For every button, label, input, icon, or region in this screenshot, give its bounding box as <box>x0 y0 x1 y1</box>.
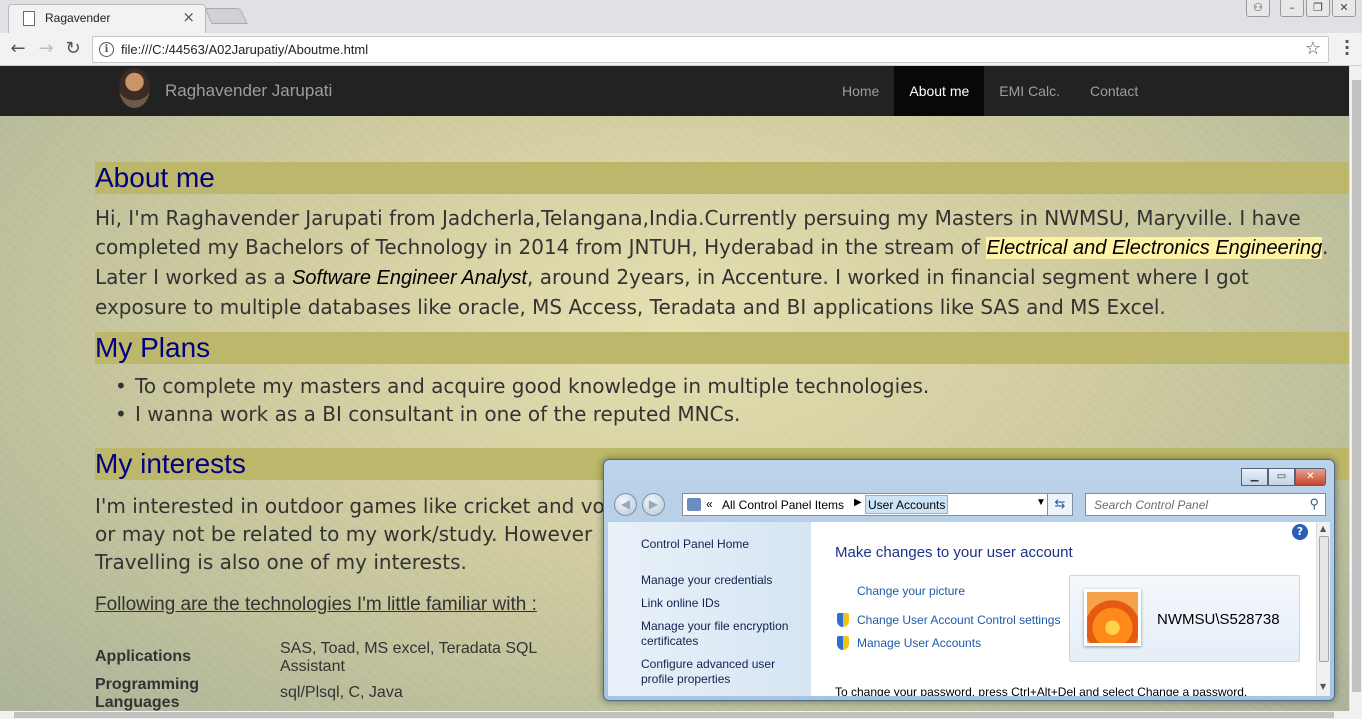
tech-value: SAS, Toad, MS excel, Teradata SQL Assist… <box>280 640 537 675</box>
help-icon[interactable]: ? <box>1292 524 1308 540</box>
scroll-down-icon[interactable]: ▼ <box>1320 682 1326 691</box>
back-arrow-icon[interactable]: ◀ <box>614 493 637 516</box>
plans-list: To complete my masters and acquire good … <box>115 372 1349 428</box>
search-icon[interactable]: ⚲ <box>1309 496 1319 512</box>
about-heading: About me <box>95 162 1349 194</box>
address-bar[interactable]: i file:///C:/44563/A02Jarupatiy/Aboutme.… <box>92 36 1329 63</box>
close-tab-icon[interactable]: × <box>182 8 195 26</box>
cp-scrollbar[interactable]: ▲ ▼ <box>1316 522 1330 696</box>
chevron-left-icon[interactable]: « <box>706 497 713 511</box>
tab-title: Ragavender <box>45 11 111 25</box>
vertical-scrollbar[interactable] <box>1349 66 1362 711</box>
browser-toolbar: ← → ↻ i file:///C:/44563/A02Jarupatiy/Ab… <box>0 33 1362 66</box>
tech-key: Programming Languages <box>95 676 200 711</box>
forward-arrow-icon[interactable]: ▶ <box>642 493 665 516</box>
user-icon[interactable]: ⚇ <box>1246 0 1270 17</box>
cp-sidebar: Control Panel Home Manage your credentia… <box>608 522 811 696</box>
about-emphasis-degree: Electrical and Electronics Engineering <box>986 237 1323 259</box>
uac-shield-icon <box>837 636 849 650</box>
info-icon[interactable]: i <box>99 42 114 57</box>
search-placeholder: Search Control Panel <box>1094 498 1209 512</box>
nav-emi-calc[interactable]: EMI Calc. <box>984 66 1075 116</box>
nav-about-me[interactable]: About me <box>894 66 985 116</box>
sidebar-item-online-ids[interactable]: Link online IDs <box>641 596 801 611</box>
scroll-thumb[interactable] <box>1319 536 1329 662</box>
cp-maximize-button[interactable]: ▭ <box>1268 468 1295 486</box>
user-picture[interactable] <box>1084 589 1141 646</box>
menu-icon[interactable]: · · · <box>1344 34 1350 62</box>
chevron-down-icon[interactable]: ▼ <box>1036 497 1046 508</box>
about-emphasis-role: Software Engineer Analyst <box>292 267 528 289</box>
plans-heading: My Plans <box>95 332 1349 364</box>
avatar[interactable] <box>119 68 150 108</box>
sidebar-item-profile[interactable]: Configure advanced user profile properti… <box>641 657 801 687</box>
about-paragraph: Hi, I'm Raghavender Jarupati from Jadche… <box>95 204 1329 322</box>
tech-value: sql/Plsql, C, Java <box>280 684 403 701</box>
url-text[interactable]: file:///C:/44563/A02Jarupatiy/Aboutme.ht… <box>121 42 368 57</box>
cp-close-button[interactable]: ✕ <box>1295 468 1326 486</box>
new-tab-button[interactable] <box>204 8 248 24</box>
chevron-right-icon[interactable]: ▶ <box>854 497 862 508</box>
username: NWMSU\S528738 <box>1157 611 1280 628</box>
scroll-thumb[interactable] <box>1352 80 1361 692</box>
user-account-tile: NWMSU\S528738 <box>1069 575 1300 662</box>
interests-paragraph: I'm interested in outdoor games like cri… <box>95 494 605 574</box>
minimize-button[interactable]: – <box>1280 0 1304 17</box>
control-panel-icon <box>687 498 701 511</box>
site-navbar: Raghavender Jarupati Home About me EMI C… <box>0 66 1349 116</box>
forward-arrow-icon[interactable]: → <box>35 38 57 60</box>
tech-key: Applications <box>95 648 192 665</box>
control-panel-window: ▁ ▭ ✕ ◀ ▶ « All Control Panel Items ▶ Us… <box>603 459 1335 701</box>
nav-contact[interactable]: Contact <box>1075 66 1153 116</box>
sidebar-item-credentials[interactable]: Manage your credentials <box>641 573 801 588</box>
uac-settings-link[interactable]: Change User Account Control settings <box>857 613 1060 627</box>
scroll-up-icon[interactable]: ▲ <box>1320 524 1326 533</box>
cp-minimize-button[interactable]: ▁ <box>1241 468 1268 486</box>
change-picture-link[interactable]: Change your picture <box>857 584 965 598</box>
brand-name[interactable]: Raghavender Jarupati <box>165 81 332 101</box>
list-item: To complete my masters and acquire good … <box>115 372 1349 400</box>
browser-tab[interactable]: Ragavender × <box>8 4 206 33</box>
page-icon <box>23 11 35 26</box>
browser-tabstrip: Ragavender × ⚇ – ❐ ✕ <box>0 0 1362 33</box>
cp-address-bar[interactable]: « All Control Panel Items ▶ User Account… <box>682 493 1073 516</box>
bookmark-star-icon[interactable]: ☆ <box>1305 38 1321 59</box>
sidebar-item-encryption[interactable]: Manage your file encryption certificates <box>641 619 801 649</box>
uac-shield-icon <box>837 613 849 627</box>
nav-menu: Home About me EMI Calc. Contact <box>827 66 1153 116</box>
nav-home[interactable]: Home <box>827 66 894 116</box>
breadcrumb-current[interactable]: User Accounts <box>865 495 949 514</box>
close-window-button[interactable]: ✕ <box>1332 0 1356 17</box>
breadcrumb-root[interactable]: All Control Panel Items <box>722 498 844 512</box>
cp-search-input[interactable]: Search Control Panel ⚲ <box>1085 493 1326 516</box>
window-controls: ⚇ – ❐ ✕ <box>1246 0 1356 17</box>
sidebar-item-control-panel-home[interactable]: Control Panel Home <box>641 537 801 552</box>
reload-icon[interactable]: ↻ <box>62 38 84 60</box>
cp-body: Control Panel Home Manage your credentia… <box>608 522 1330 696</box>
horizontal-scrollbar[interactable] <box>0 711 1349 719</box>
manage-accounts-link[interactable]: Manage User Accounts <box>857 636 981 650</box>
list-item: I wanna work as a BI consultant in one o… <box>115 400 1349 428</box>
refresh-icon[interactable]: ⇆ <box>1047 493 1073 516</box>
password-hint: To change your password, press Ctrl+Alt+… <box>835 685 1248 696</box>
back-arrow-icon[interactable]: ← <box>7 38 29 60</box>
scroll-thumb[interactable] <box>14 712 1334 718</box>
restore-button[interactable]: ❐ <box>1306 0 1330 17</box>
cp-heading: Make changes to your user account <box>835 544 1073 561</box>
cp-window-controls: ▁ ▭ ✕ <box>1241 468 1326 486</box>
